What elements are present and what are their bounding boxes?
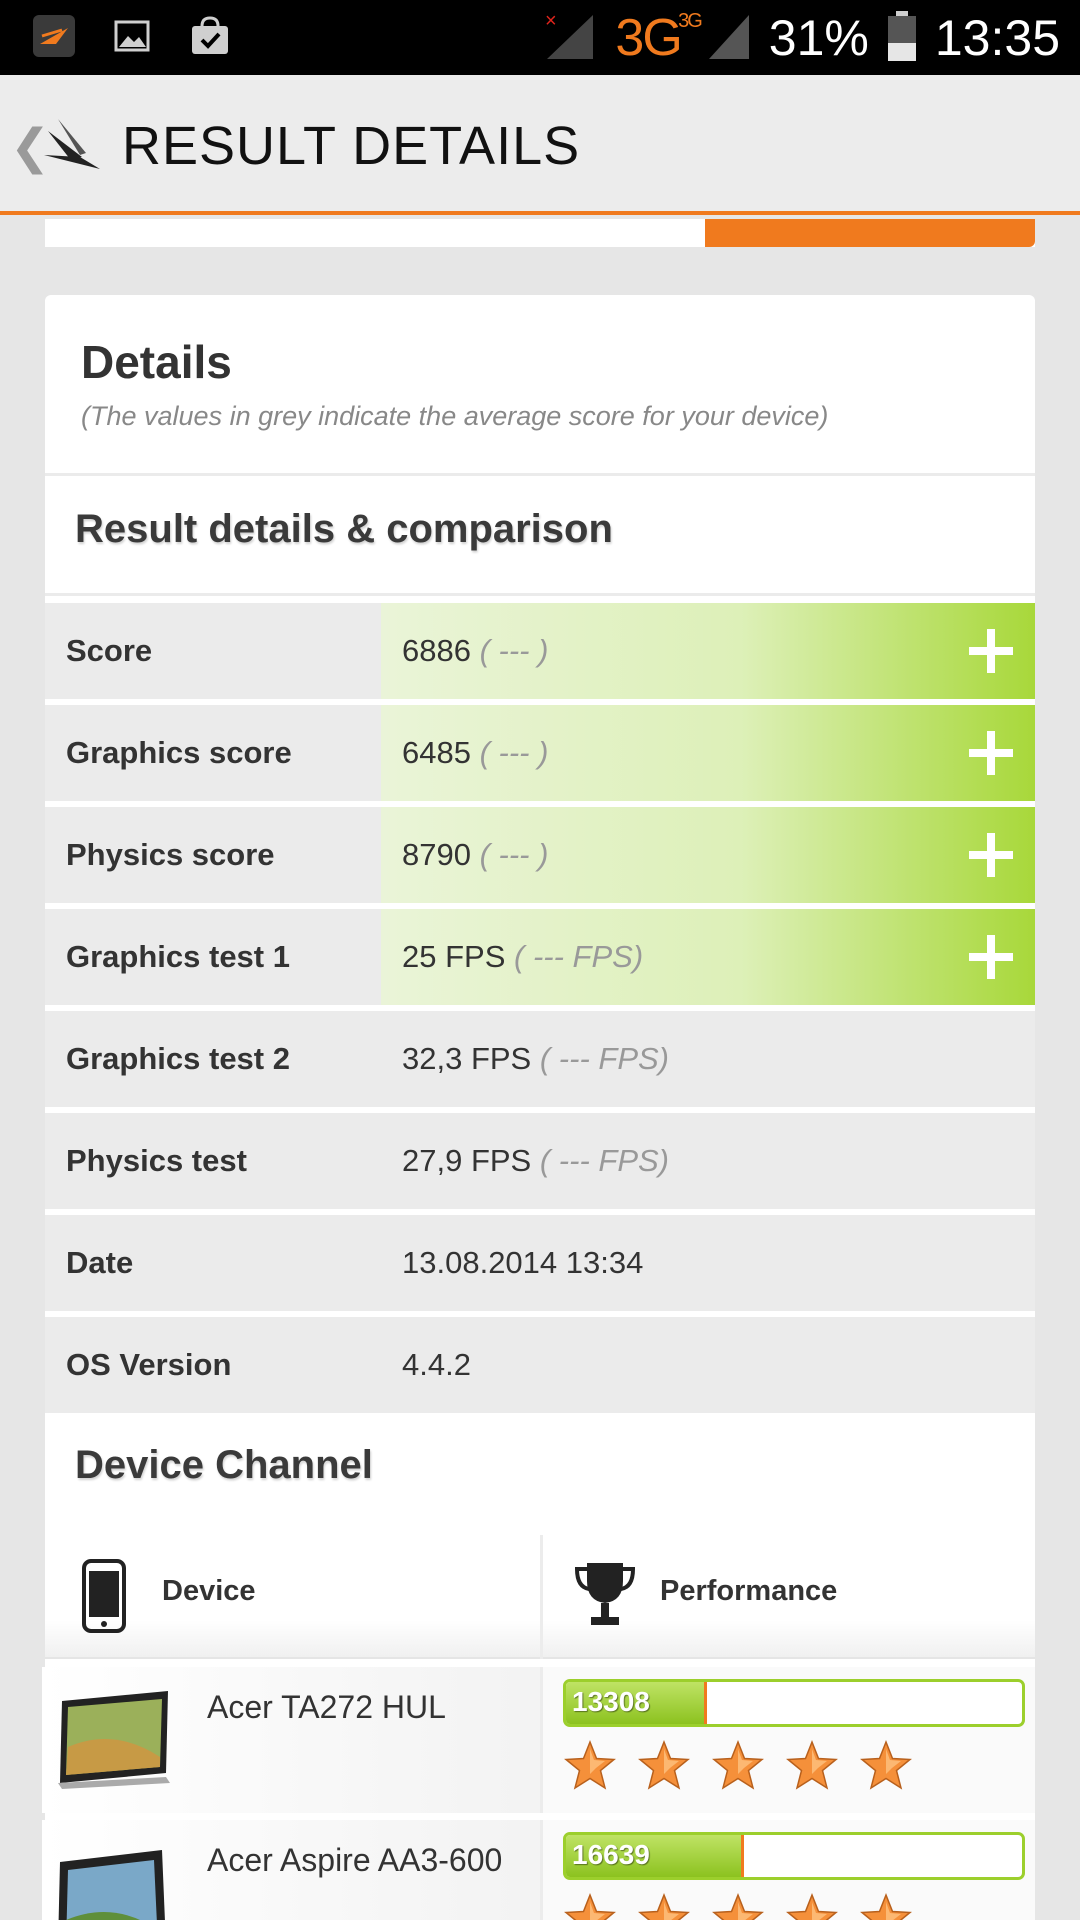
result-row-graphics-score[interactable]: Graphics score 6485 ( --- ) [45, 705, 1035, 801]
star-icon [564, 1739, 616, 1790]
star-icon [860, 1739, 912, 1790]
gallery-icon [108, 12, 156, 60]
result-label: Date [66, 1245, 134, 1280]
battery-icon [887, 10, 917, 67]
result-value: 6485 ( --- ) [402, 735, 549, 770]
performance-bar: 16639 [563, 1832, 1025, 1880]
star-icon [786, 1739, 838, 1790]
result-label: Graphics test 1 [66, 939, 290, 974]
performance-bar: 13308 [563, 1679, 1025, 1727]
clock: 13:35 [934, 10, 1060, 66]
performance-column-label: Performance [660, 1575, 838, 1607]
device-channel-header: Device Performance [45, 1535, 1035, 1659]
star-icon [860, 1892, 912, 1920]
result-label: Graphics score [66, 735, 292, 770]
result-row-graphics-test-2: Graphics test 2 32,3 FPS ( --- FPS) [45, 1011, 1035, 1107]
expand-plus-icon[interactable] [969, 833, 1013, 877]
divider [45, 593, 1035, 596]
app-notification-icon [30, 12, 78, 60]
device-thumbnail-image [54, 1840, 174, 1920]
performance-score: 13308 [572, 1686, 650, 1717]
device-row[interactable]: Acer TA272 HUL 13308 [42, 1667, 1035, 1813]
details-subtitle: (The values in grey indicate the average… [81, 401, 829, 431]
result-value: 8790 ( --- ) [402, 837, 549, 872]
network-type: 3G 3G [615, 9, 702, 67]
result-table: Score 6886 ( --- ) Graphics score 6485 (… [45, 603, 1035, 1419]
expand-plus-icon[interactable] [969, 629, 1013, 673]
expand-plus-icon[interactable] [969, 731, 1013, 775]
status-bar: × 3G 3G 31% 13:35 [0, 0, 1080, 75]
result-label: Score [66, 633, 153, 668]
expand-plus-icon[interactable] [969, 935, 1013, 979]
star-rating [563, 1892, 913, 1920]
previous-card-accent [705, 219, 1035, 247]
result-value: 13.08.2014 13:34 [402, 1245, 644, 1280]
phone-icon [81, 1559, 127, 1633]
3dmark-logo-icon[interactable] [40, 117, 104, 177]
star-icon [638, 1892, 690, 1920]
star-icon [712, 1739, 764, 1790]
result-value: 4.4.2 [402, 1347, 471, 1382]
device-row[interactable]: Acer Aspire AA3-600 16639 [42, 1820, 1035, 1920]
details-card: Details (The values in grey indicate the… [42, 295, 1035, 1920]
star-icon [786, 1892, 838, 1920]
result-row-graphics-test-1[interactable]: Graphics test 1 25 FPS ( --- FPS) [45, 909, 1035, 1005]
details-heading: Details [81, 336, 232, 388]
star-rating [563, 1739, 913, 1793]
star-icon [638, 1739, 690, 1790]
result-value: 6886 ( --- ) [402, 633, 549, 668]
result-label: Graphics test 2 [66, 1041, 290, 1076]
trophy-icon [573, 1559, 637, 1633]
result-label: Physics test [66, 1143, 247, 1178]
performance-score: 16639 [572, 1839, 650, 1870]
signal-icon-2 [707, 11, 751, 66]
page-title: RESULT DETAILS [122, 116, 581, 176]
signal-icon: × [543, 10, 597, 66]
result-row-os-version: OS Version 4.4.2 [45, 1317, 1035, 1413]
device-column-label: Device [162, 1575, 256, 1607]
result-row-date: Date 13.08.2014 13:34 [45, 1215, 1035, 1311]
result-value: 27,9 FPS ( --- FPS) [402, 1143, 670, 1178]
app-bar: ❮ RESULT DETAILS [0, 75, 1080, 215]
result-label: OS Version [66, 1347, 232, 1382]
result-label: Physics score [66, 837, 275, 872]
comparison-heading: Result details & comparison [75, 507, 613, 551]
divider [45, 473, 1035, 476]
device-name[interactable]: Acer Aspire AA3-600 [207, 1842, 502, 1879]
result-row-physics-test: Physics test 27,9 FPS ( --- FPS) [45, 1113, 1035, 1209]
device-name[interactable]: Acer TA272 HUL [207, 1689, 446, 1726]
star-icon [564, 1892, 616, 1920]
result-value: 25 FPS ( --- FPS) [402, 939, 644, 974]
battery-percent: 31% [768, 10, 869, 66]
shopping-bag-icon [186, 12, 234, 60]
device-channel-heading: Device Channel [75, 1443, 373, 1487]
result-row-score[interactable]: Score 6886 ( --- ) [45, 603, 1035, 699]
device-thumbnail-image [54, 1687, 174, 1793]
result-row-physics-score[interactable]: Physics score 8790 ( --- ) [45, 807, 1035, 903]
result-value: 32,3 FPS ( --- FPS) [402, 1041, 670, 1076]
star-icon [712, 1892, 764, 1920]
svg-text:×: × [545, 11, 557, 32]
